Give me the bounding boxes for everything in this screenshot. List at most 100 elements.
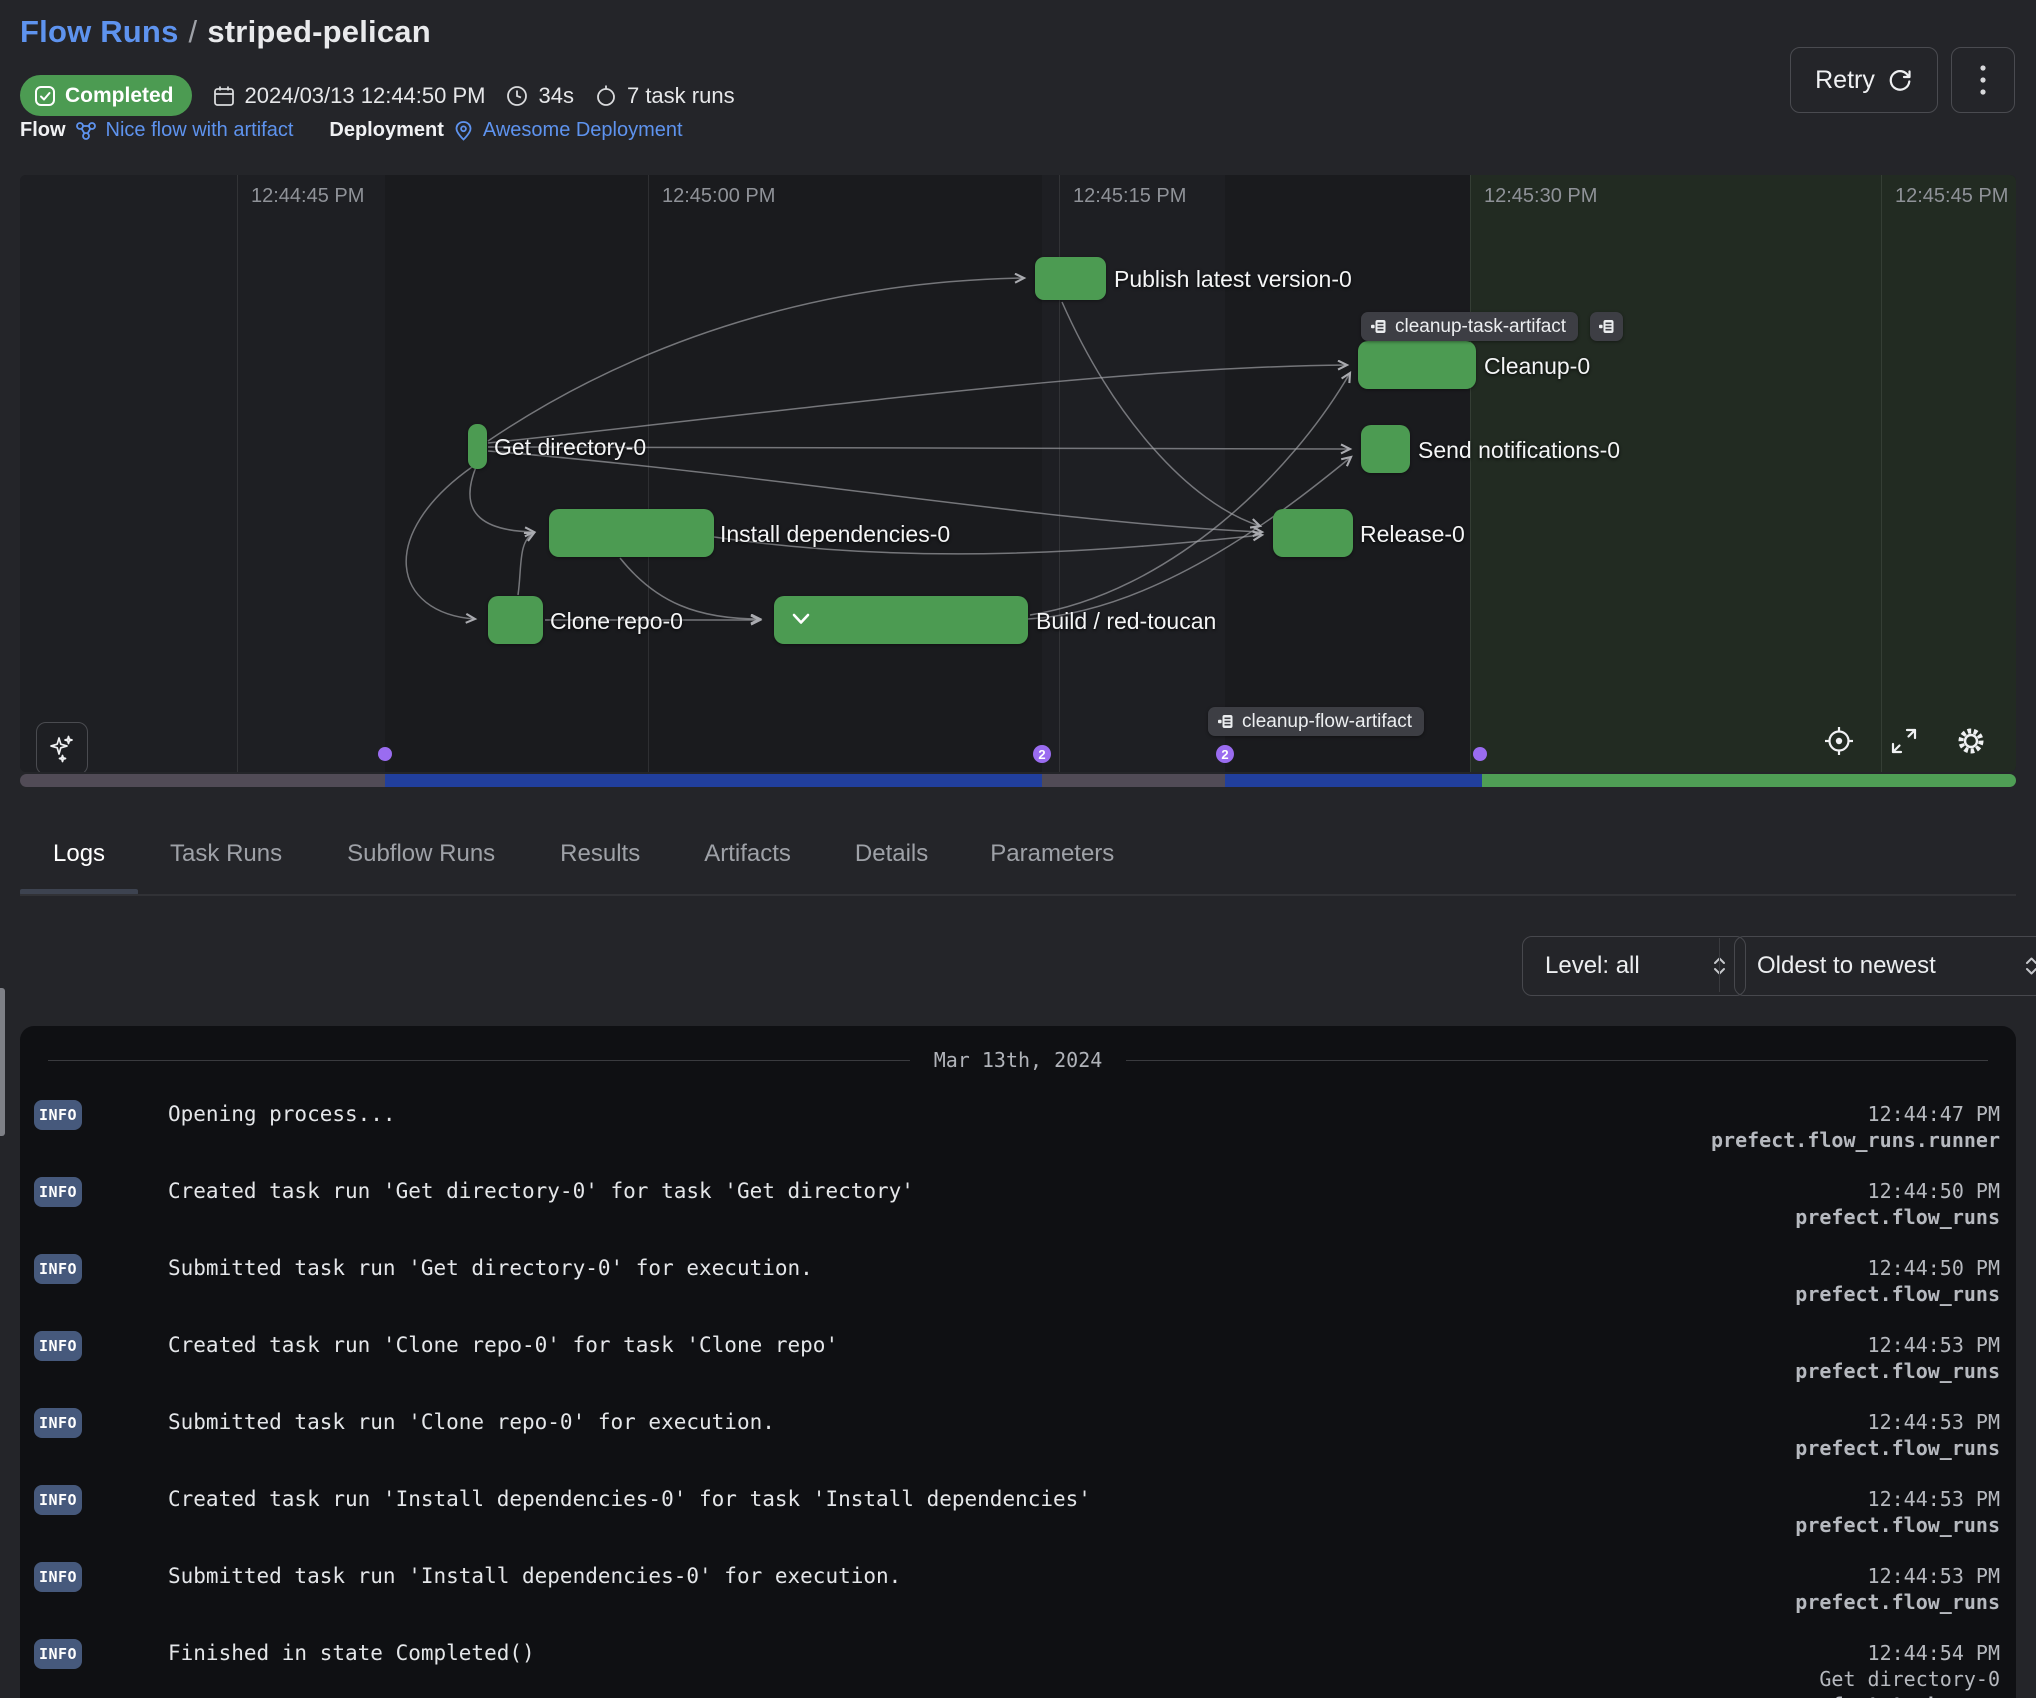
log-row: INFO Finished in state Completed() 12:44… <box>20 1638 2016 1698</box>
minimap-segment[interactable] <box>1225 774 1482 787</box>
tab-results[interactable]: Results <box>560 840 640 868</box>
event-marker-count[interactable]: 2 <box>1216 745 1234 763</box>
extra-artifact-badge[interactable] <box>1590 312 1623 341</box>
log-logger: prefect.flow_runs <box>1795 1281 2000 1307</box>
deployment-link[interactable]: Awesome Deployment <box>483 119 683 142</box>
status-badge-label: Completed <box>65 84 174 108</box>
status-badge: Completed <box>20 75 192 116</box>
log-time: 12:44:50 PM <box>1795 1255 2000 1281</box>
flow-artifact-badge-label: cleanup-flow-artifact <box>1242 711 1412 733</box>
task-node-label: Send notifications-0 <box>1418 439 1620 462</box>
log-time: 12:44:53 PM <box>1795 1409 2000 1435</box>
task-run-count: 7 task runs <box>594 83 735 109</box>
graph-edges <box>20 175 2016 772</box>
retry-button-label: Retry <box>1815 66 1875 95</box>
crosshair-icon[interactable] <box>1823 725 1855 757</box>
minimap-segment[interactable] <box>1042 774 1225 787</box>
log-logger: prefect.flow_runs <box>1795 1589 2000 1615</box>
tab-parameters[interactable]: Parameters <box>990 840 1114 868</box>
minimap-segment[interactable] <box>1482 774 2016 787</box>
log-logger: prefect.flow_runs <box>1795 1435 2000 1461</box>
log-sort-select[interactable]: Oldest to newest <box>1734 936 2036 996</box>
filter-separator <box>1719 938 1720 992</box>
log-logger: prefect.flow_runs.runner <box>1711 1127 2000 1153</box>
sparkles-icon <box>48 734 76 764</box>
task-artifact-badge[interactable]: cleanup-task-artifact <box>1361 312 1578 341</box>
tab-logs[interactable]: Logs <box>53 840 105 868</box>
chevron-down-icon[interactable] <box>792 613 810 625</box>
event-marker-count-label: 2 <box>1221 747 1228 762</box>
log-level-badge: INFO <box>34 1100 82 1130</box>
log-time: 12:44:54 PM <box>1795 1640 2000 1666</box>
retry-button[interactable]: Retry <box>1790 47 1938 113</box>
tab-details[interactable]: Details <box>855 840 928 868</box>
task-run-icon <box>594 84 618 108</box>
sparkles-button[interactable] <box>36 722 88 772</box>
log-message: Finished in state Completed() <box>168 1638 535 1668</box>
tab-task-runs[interactable]: Task Runs <box>170 840 282 868</box>
retry-refresh-icon <box>1887 67 1913 93</box>
log-row: INFO Submitted task run 'Get directory-0… <box>20 1253 2016 1330</box>
artifact-icon <box>1370 318 1387 335</box>
breadcrumb-flow-runs-link[interactable]: Flow Runs <box>20 14 179 50</box>
breadcrumb: Flow Runs / striped-pelican <box>20 14 431 50</box>
task-node-release[interactable] <box>1273 509 1353 557</box>
log-level-badge: INFO <box>34 1331 82 1361</box>
artifact-icon <box>1598 318 1615 335</box>
log-message: Created task run 'Clone repo-0' for task… <box>168 1330 838 1360</box>
log-logger: prefect.flow_runs <box>1795 1512 2000 1538</box>
log-sort-select-value: Oldest to newest <box>1757 952 1936 980</box>
graph-settings-gear-icon[interactable] <box>1955 725 1987 757</box>
run-meta-row: Completed 2024/03/13 12:44:50 PM 34s 7 t… <box>20 75 735 116</box>
log-level-select[interactable]: Level: all <box>1522 936 1746 996</box>
event-marker[interactable] <box>1473 747 1487 761</box>
log-date-label: Mar 13th, 2024 <box>934 1048 1103 1072</box>
check-square-icon <box>34 85 56 107</box>
log-message: Submitted task run 'Get directory-0' for… <box>168 1253 813 1283</box>
event-marker[interactable] <box>378 747 392 761</box>
flow-run-graph-canvas[interactable]: 12:44:45 PM 12:45:00 PM 12:45:15 PM 12:4… <box>20 175 2016 772</box>
log-message: Created task run 'Install dependencies-0… <box>168 1484 1091 1514</box>
task-node-publish[interactable] <box>1035 257 1106 300</box>
log-level-select-value: Level: all <box>1545 952 1640 980</box>
flow-artifact-badge[interactable]: cleanup-flow-artifact <box>1208 707 1424 736</box>
log-task-name: Get directory-0 <box>1795 1666 2000 1692</box>
more-actions-button[interactable] <box>1951 47 2015 113</box>
page-scrollbar[interactable] <box>0 988 5 1136</box>
flow-deployment-row: Flow Nice flow with artifact Deployment … <box>20 119 683 142</box>
log-time: 12:44:53 PM <box>1795 1332 2000 1358</box>
task-node-send-notifications[interactable] <box>1361 425 1410 473</box>
fullscreen-icon[interactable] <box>1889 726 1919 756</box>
log-message: Created task run 'Get directory-0' for t… <box>168 1176 914 1206</box>
task-node-label: Clone repo-0 <box>550 610 683 633</box>
log-level-badge: INFO <box>34 1639 82 1669</box>
minimap-segment[interactable] <box>20 774 385 787</box>
log-row: INFO Opening process... 12:44:47 PMprefe… <box>20 1099 2016 1176</box>
duration: 34s <box>505 83 573 109</box>
task-node-label: Install dependencies-0 <box>720 523 950 546</box>
log-time: 12:44:53 PM <box>1795 1486 2000 1512</box>
task-node-install-dependencies[interactable] <box>549 509 714 557</box>
tab-subflow-runs[interactable]: Subflow Runs <box>347 840 495 868</box>
task-node-get-directory[interactable] <box>468 424 487 469</box>
log-rows: INFO Opening process... 12:44:47 PMprefe… <box>20 1099 2016 1698</box>
location-pin-icon <box>453 120 474 142</box>
task-node-clone-repo[interactable] <box>488 596 543 644</box>
log-message: Opening process... <box>168 1099 396 1129</box>
flow-link[interactable]: Nice flow with artifact <box>106 119 294 142</box>
log-row: INFO Submitted task run 'Install depende… <box>20 1561 2016 1638</box>
task-node-label: Get directory-0 <box>494 436 646 459</box>
task-node-label: Release-0 <box>1360 523 1465 546</box>
tab-artifacts[interactable]: Artifacts <box>704 840 791 868</box>
log-logger: prefect.flow_runs <box>1795 1358 2000 1384</box>
duration-value: 34s <box>538 83 573 109</box>
task-node-label: Cleanup-0 <box>1484 355 1590 378</box>
tab-divider <box>20 894 2016 896</box>
subflow-node-build[interactable] <box>774 596 1028 644</box>
event-marker-count[interactable]: 2 <box>1033 745 1051 763</box>
breadcrumb-separator: / <box>179 14 208 50</box>
minimap-segment[interactable] <box>385 774 1042 787</box>
task-node-cleanup[interactable] <box>1358 341 1476 389</box>
log-level-badge: INFO <box>34 1254 82 1284</box>
log-time: 12:44:47 PM <box>1711 1101 2000 1127</box>
